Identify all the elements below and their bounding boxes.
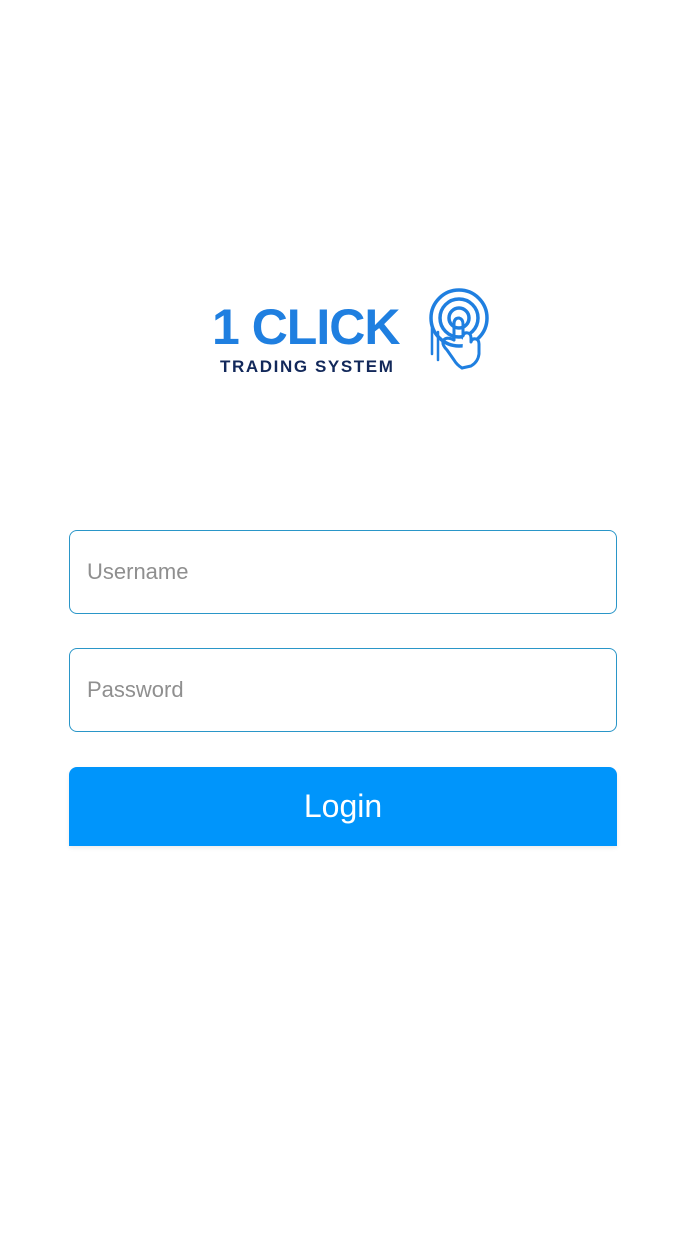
login-button[interactable]: Login <box>69 767 617 846</box>
username-input[interactable] <box>69 530 617 614</box>
logo-tagline: TRADING SYSTEM <box>220 357 395 376</box>
hand-tap-icon <box>429 288 489 370</box>
logo-brand-text: 1 CLICK <box>212 299 400 355</box>
app-logo: 1 CLICK TRADING SYSTEM <box>212 288 492 380</box>
password-input[interactable] <box>69 648 617 732</box>
